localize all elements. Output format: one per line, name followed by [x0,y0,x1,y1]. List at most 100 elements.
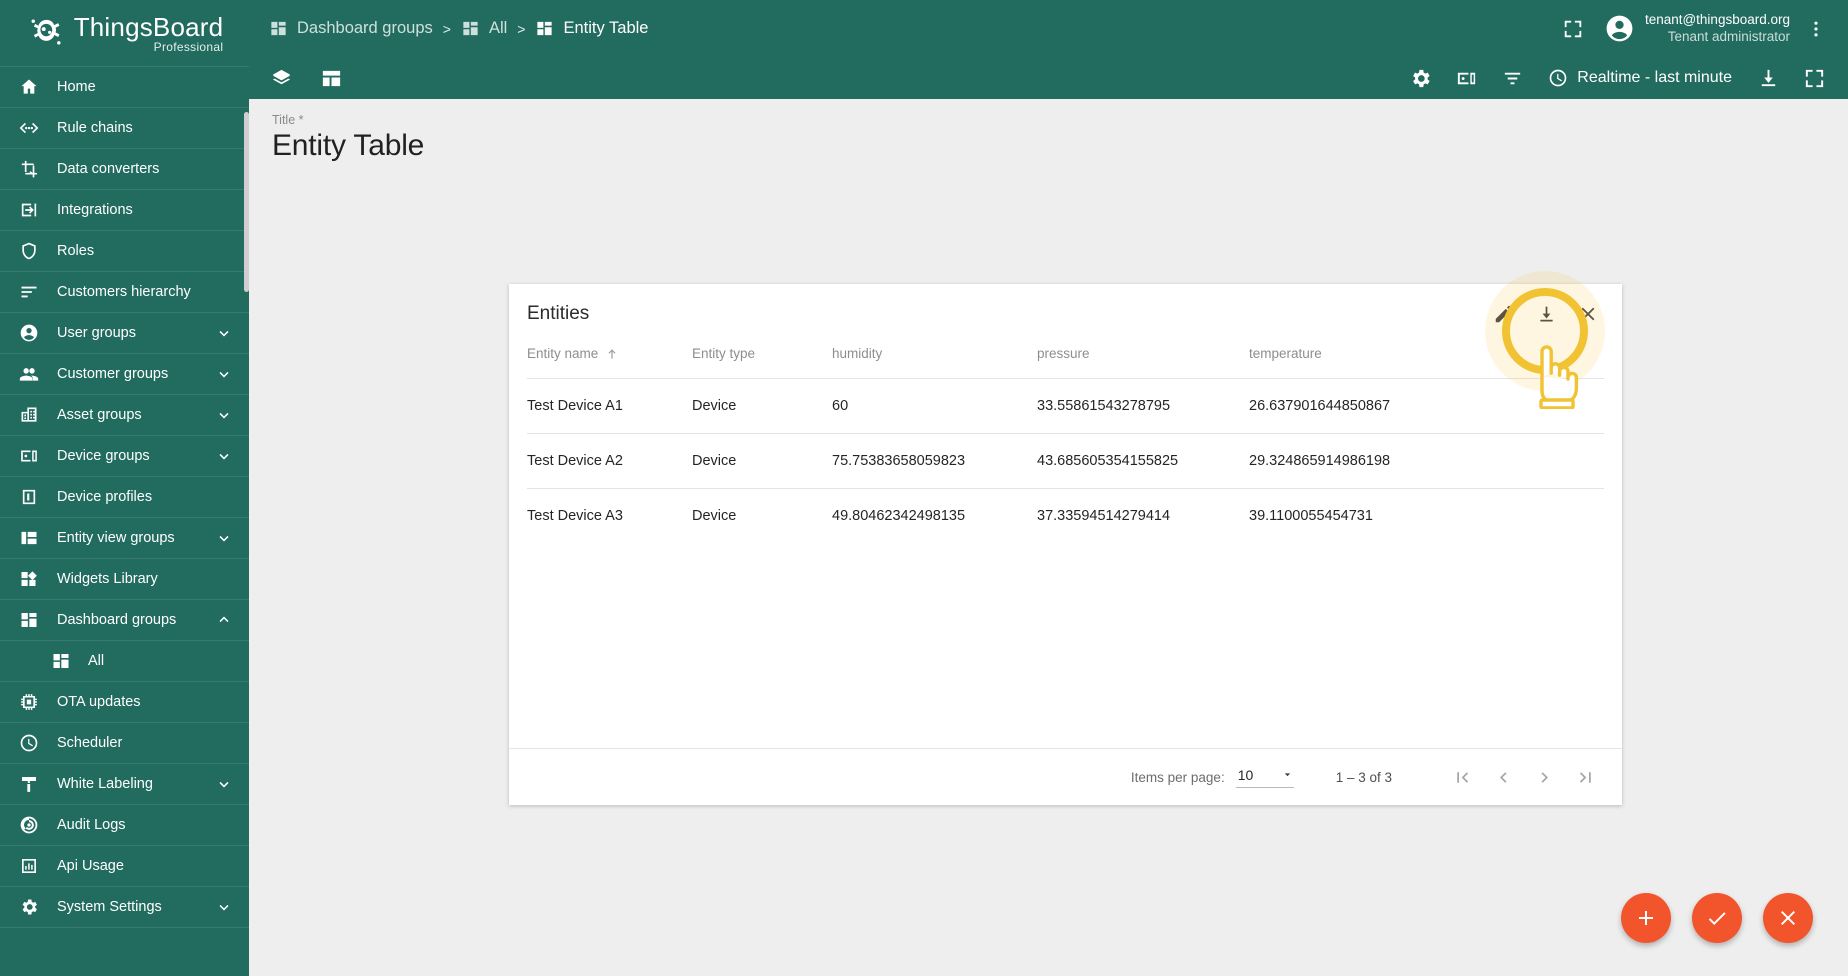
devices-icon[interactable] [1446,58,1486,98]
chevron-down-icon[interactable] [215,529,233,547]
column-header-temperature[interactable]: temperature [1249,344,1604,378]
table-cell: Device [692,432,832,488]
main-area: Dashboard groups > All > Entity Table tenant… [249,0,1848,976]
table-cell: Device [692,487,832,543]
chevron-down-icon[interactable] [215,775,233,793]
last-page-icon[interactable] [1565,757,1606,798]
breadcrumb-item-all[interactable]: All [461,19,507,38]
thingsboard-logo-icon [26,12,68,54]
more-vert-icon[interactable] [1800,10,1832,48]
sidebar-item-customer-groups[interactable]: Customer groups [0,353,249,394]
sidebar-item-all[interactable]: All [0,640,249,681]
download-icon[interactable] [1748,58,1788,98]
sidebar-item-label: Data converters [57,161,160,177]
dashboard-layout-icon[interactable] [311,58,351,98]
bar-chart-icon [18,855,40,877]
chevron-down-icon[interactable] [215,898,233,916]
sidebar-item-label: Home [57,79,96,95]
fullscreen-icon[interactable] [1794,58,1834,98]
chevron-up-icon[interactable] [215,611,233,629]
pencil-icon[interactable] [1484,294,1524,334]
sidebar-item-integrations[interactable]: Integrations [0,189,249,230]
sidebar-item-widgets-library[interactable]: Widgets Library [0,558,249,599]
close-icon[interactable] [1763,893,1813,943]
plus-icon[interactable] [1621,893,1671,943]
user-menu[interactable]: tenant@thingsboard.org Tenant administra… [1604,12,1790,46]
chevron-left-icon[interactable] [1483,757,1524,798]
entity-view-icon [18,527,40,549]
table-row[interactable]: Test Device A2 Device 75.75383658059823 43.… [527,432,1604,488]
dashboards-icon [461,19,480,38]
devices-icon [18,445,40,467]
column-header-entity-name[interactable]: Entity name [527,344,692,378]
column-header-label: pressure [1037,346,1090,362]
breadcrumb-item-dashboard-groups[interactable]: Dashboard groups [269,19,433,38]
page-title[interactable]: Entity Table [272,129,1848,163]
brand-logo[interactable]: ThingsBoard Professional [0,0,249,66]
rule-chains-icon [18,117,40,139]
clock-icon [1549,69,1567,87]
column-header-label: humidity [832,346,883,362]
column-header-label: Entity name [527,346,599,362]
sidebar-item-home[interactable]: Home [0,66,249,107]
items-per-page-select[interactable]: 10 [1235,766,1294,788]
chevron-down-icon[interactable] [215,447,233,465]
sidebar-item-ota-updates[interactable]: OTA updates [0,681,249,722]
table-header-row: Entity name Entity type humidity pressure te… [527,344,1604,378]
column-header-humidity[interactable]: humidity [832,344,1037,378]
sidebar-item-entity-view-groups[interactable]: Entity view groups [0,517,249,558]
sidebar-item-user-groups[interactable]: User groups [0,312,249,353]
table-row[interactable]: Test Device A1 Device 60 33.55861543278795 2… [527,377,1604,433]
sidebar-nav: Home Rule chains Data converters Integratio… [0,66,249,927]
check-icon[interactable] [1692,893,1742,943]
chevron-down-icon[interactable] [215,406,233,424]
column-header-entity-type[interactable]: Entity type [692,344,832,378]
breadcrumb: Dashboard groups > All > Entity Table [269,19,1554,38]
entities-table: Entity name Entity type humidity pressure te… [527,344,1604,543]
chevron-down-icon[interactable] [215,324,233,342]
sidebar-item-audit-logs[interactable]: Audit Logs [0,804,249,845]
top-bar: Dashboard groups > All > Entity Table tenant… [249,0,1848,57]
sidebar-item-device-profiles[interactable]: Device profiles [0,476,249,517]
floating-action-buttons [1621,893,1813,943]
timewindow-button[interactable]: Realtime - last minute [1538,61,1742,95]
sidebar-item-api-usage[interactable]: Api Usage [0,845,249,886]
chevron-right-icon[interactable] [1524,757,1565,798]
items-per-page-value: 10 [1237,766,1254,783]
fullscreen-icon[interactable] [1554,10,1592,48]
sidebar-item-system-settings[interactable]: System Settings [0,886,249,927]
column-header-label: Entity type [692,346,756,362]
gear-icon[interactable] [1400,58,1440,98]
gear-icon [18,896,40,918]
sidebar-item-label: User groups [57,325,136,341]
sidebar-item-roles[interactable]: Roles [0,230,249,271]
layers-icon[interactable] [261,58,301,98]
sidebar-item-label: Roles [57,243,95,259]
chevron-down-icon[interactable] [215,365,233,383]
sidebar-item-dashboard-groups[interactable]: Dashboard groups [0,599,249,640]
close-icon[interactable] [1568,294,1608,334]
table-row[interactable]: Test Device A3 Device 49.80462342498135 37.… [527,487,1604,543]
first-page-icon[interactable] [1442,757,1483,798]
sidebar-divider [0,927,249,928]
topbar-right-actions: tenant@thingsboard.org Tenant administra… [1554,10,1832,48]
filter-icon[interactable] [1492,58,1532,98]
sidebar-item-rule-chains[interactable]: Rule chains [0,107,249,148]
arrow-up-icon [605,347,619,361]
sidebar-item-scheduler[interactable]: Scheduler [0,722,249,763]
table-cell: Test Device A1 [527,377,692,433]
sidebar-item-white-labeling[interactable]: White Labeling [0,763,249,804]
audit-track-icon [18,814,40,836]
column-header-pressure[interactable]: pressure [1037,344,1249,378]
sidebar-item-data-converters[interactable]: Data converters [0,148,249,189]
sidebar-item-asset-groups[interactable]: Asset groups [0,394,249,435]
download-icon[interactable] [1526,294,1566,334]
sidebar-item-device-groups[interactable]: Device groups [0,435,249,476]
sidebar-item-customers-hierarchy[interactable]: Customers hierarchy [0,271,249,312]
widgets-icon [18,568,40,590]
sidebar-item-label: White Labeling [57,776,153,792]
sidebar-item-label: Widgets Library [57,571,158,587]
app-root: ThingsBoard Professional Home Rule chains… [0,0,1848,976]
breadcrumb-item-entity-table[interactable]: Entity Table [535,19,648,38]
column-header-label: temperature [1249,346,1322,362]
